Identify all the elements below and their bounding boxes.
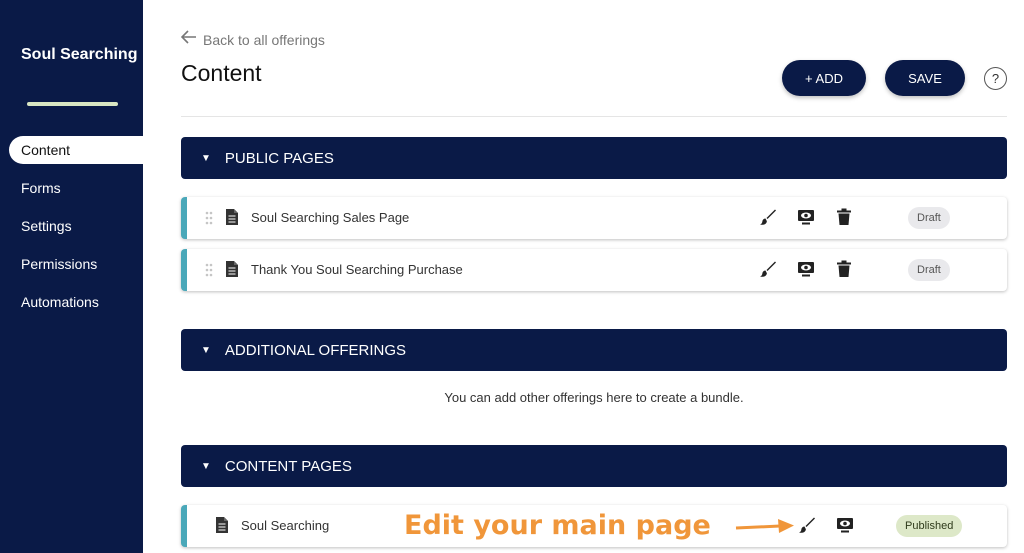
brush-icon[interactable] [759,208,777,231]
status-badge: Published [896,515,963,537]
section-title: ADDITIONAL OFFERINGS [224,341,407,359]
document-icon [225,208,239,231]
collapse-triangle-icon: ▼ [201,460,211,472]
page-title: Content [181,60,262,86]
page-row-label: Thank You Soul Searching Purchase [251,262,463,277]
sidebar: Soul Searching Content Forms Settings Pe… [0,0,143,553]
brand-name: Soul Searching [21,46,138,63]
sidebar-item-content[interactable]: Content [9,136,143,164]
add-button[interactable]: + ADD [782,60,866,96]
preview-icon[interactable] [797,208,815,231]
annotation-arrow-icon [734,516,796,543]
sidebar-item-settings[interactable]: Settings [0,212,143,250]
preview-icon[interactable] [797,260,815,283]
brush-icon[interactable] [759,260,777,283]
arrow-left-icon [180,30,197,49]
drag-handle-icon[interactable] [205,263,213,277]
section-title: CONTENT PAGES [224,457,352,475]
brand-underline [27,102,118,106]
back-link[interactable]: Back to all offerings [180,30,325,49]
sidebar-nav: Content Forms Settings Permissions Autom… [0,136,143,326]
trash-icon[interactable] [836,260,852,283]
sidebar-item-automations[interactable]: Automations [0,288,143,326]
status-badge: Draft [908,259,950,281]
document-icon [215,516,229,539]
back-link-label: Back to all offerings [203,31,325,48]
header-divider [181,116,1007,117]
page-row-label: Soul Searching Sales Page [251,210,410,225]
status-badge: Draft [908,207,950,229]
brush-icon[interactable] [798,516,816,539]
trash-icon[interactable] [836,208,852,231]
page-row[interactable]: Soul Searching Sales Page Draft [181,197,1007,239]
sidebar-item-forms[interactable]: Forms [0,174,143,212]
main-content: Back to all offerings Content + ADD SAVE… [180,0,1007,553]
annotation-text: Edit your main page [404,510,711,541]
page-row[interactable]: Thank You Soul Searching Purchase Draft [181,249,1007,291]
save-button[interactable]: SAVE [885,60,965,96]
collapse-triangle-icon: ▼ [201,152,211,164]
page-row-label: Soul Searching [241,518,330,533]
section-public-pages[interactable]: ▼ PUBLIC PAGES [181,137,1007,179]
document-icon [225,260,239,283]
section-additional-offerings[interactable]: ▼ ADDITIONAL OFFERINGS [181,329,1007,371]
sidebar-item-permissions[interactable]: Permissions [0,250,143,288]
collapse-triangle-icon: ▼ [201,344,211,356]
empty-state-note: You can add other offerings here to crea… [444,390,744,405]
section-title: PUBLIC PAGES [224,149,334,167]
preview-icon[interactable] [836,516,854,539]
help-icon[interactable]: ? [984,67,1007,90]
section-content-pages[interactable]: ▼ CONTENT PAGES [181,445,1007,487]
drag-handle-icon[interactable] [205,211,213,225]
